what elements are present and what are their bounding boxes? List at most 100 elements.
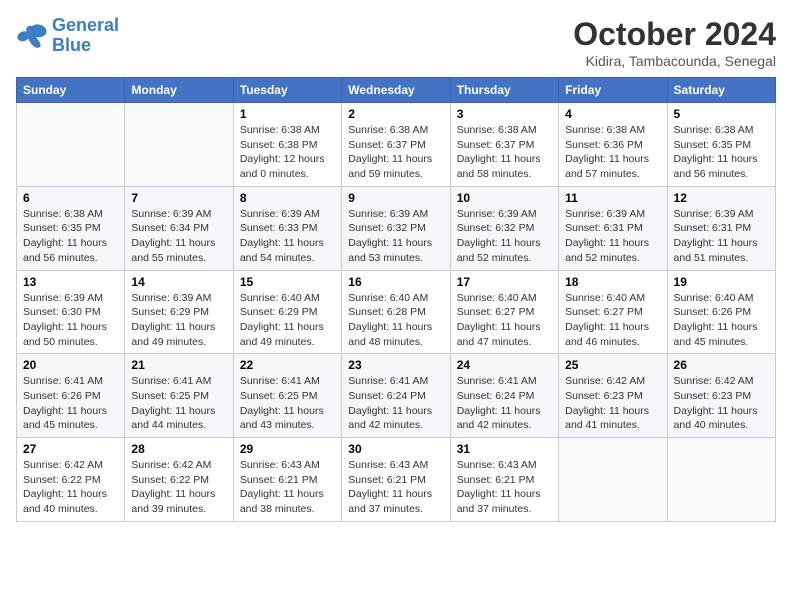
calendar-cell: 6Sunrise: 6:38 AM Sunset: 6:35 PM Daylig… [17, 186, 125, 270]
day-info: Sunrise: 6:43 AM Sunset: 6:21 PM Dayligh… [348, 458, 443, 517]
calendar-cell: 31Sunrise: 6:43 AM Sunset: 6:21 PM Dayli… [450, 438, 558, 522]
calendar-cell: 15Sunrise: 6:40 AM Sunset: 6:29 PM Dayli… [233, 270, 341, 354]
day-info: Sunrise: 6:39 AM Sunset: 6:31 PM Dayligh… [674, 207, 769, 266]
calendar-cell: 29 Sunrise: 6:43 AM Sunset: 6:21 PM Dayli… [233, 438, 341, 522]
month-title: October 2024 [573, 16, 776, 53]
day-number: 6 [23, 191, 118, 205]
day-info: Sunrise: 6:42 AM Sunset: 6:22 PM Dayligh… [23, 458, 118, 517]
calendar-header: SundayMondayTuesdayWednesdayThursdayFrid… [17, 78, 776, 103]
day-info: Sunrise: 6:39 AM Sunset: 6:33 PM Dayligh… [240, 207, 335, 266]
header-day-wednesday: Wednesday [342, 78, 450, 103]
day-info: Sunrise: 6:41 AM Sunset: 6:25 PM Dayligh… [240, 374, 335, 433]
day-number: 3 [457, 107, 552, 121]
logo-text: General Blue [52, 16, 119, 56]
calendar-cell: 8 Sunrise: 6:39 AM Sunset: 6:33 PM Daylig… [233, 186, 341, 270]
calendar-cell: 20Sunrise: 6:41 AM Sunset: 6:26 PM Dayli… [17, 354, 125, 438]
day-info: Sunrise: 6:39 AM Sunset: 6:29 PM Dayligh… [131, 291, 226, 350]
day-number: 1 [240, 107, 335, 121]
page-header: General Blue October 2024 Kidira, Tambac… [16, 16, 776, 69]
calendar-cell [17, 103, 125, 187]
calendar-cell [667, 438, 775, 522]
day-info: Sunrise: 6:38 AM Sunset: 6:37 PM Dayligh… [348, 123, 443, 182]
calendar-cell: 12 Sunrise: 6:39 AM Sunset: 6:31 PM Dayli… [667, 186, 775, 270]
logo-line2: Blue [52, 35, 91, 55]
header-day-monday: Monday [125, 78, 233, 103]
calendar-body: 1 Sunrise: 6:38 AM Sunset: 6:38 PM Daylig… [17, 103, 776, 522]
day-number: 28 [131, 442, 226, 456]
calendar-cell: 4 Sunrise: 6:38 AM Sunset: 6:36 PM Daylig… [559, 103, 667, 187]
day-number: 19 [674, 275, 769, 289]
day-number: 9 [348, 191, 443, 205]
day-info: Sunrise: 6:38 AM Sunset: 6:38 PM Dayligh… [240, 123, 335, 182]
day-info: Sunrise: 6:41 AM Sunset: 6:24 PM Dayligh… [457, 374, 552, 433]
day-info: Sunrise: 6:40 AM Sunset: 6:26 PM Dayligh… [674, 291, 769, 350]
day-info: Sunrise: 6:40 AM Sunset: 6:28 PM Dayligh… [348, 291, 443, 350]
calendar-cell: 22Sunrise: 6:41 AM Sunset: 6:25 PM Dayli… [233, 354, 341, 438]
calendar-cell: 19 Sunrise: 6:40 AM Sunset: 6:26 PM Dayli… [667, 270, 775, 354]
calendar-cell: 27 Sunrise: 6:42 AM Sunset: 6:22 PM Dayli… [17, 438, 125, 522]
day-number: 15 [240, 275, 335, 289]
day-number: 13 [23, 275, 118, 289]
calendar-cell: 17 Sunrise: 6:40 AM Sunset: 6:27 PM Dayli… [450, 270, 558, 354]
day-info: Sunrise: 6:39 AM Sunset: 6:30 PM Dayligh… [23, 291, 118, 350]
day-info: Sunrise: 6:42 AM Sunset: 6:22 PM Dayligh… [131, 458, 226, 517]
day-number: 29 [240, 442, 335, 456]
day-info: Sunrise: 6:41 AM Sunset: 6:26 PM Dayligh… [23, 374, 118, 433]
week-row-4: 20Sunrise: 6:41 AM Sunset: 6:26 PM Dayli… [17, 354, 776, 438]
day-number: 10 [457, 191, 552, 205]
calendar-cell: 3 Sunrise: 6:38 AM Sunset: 6:37 PM Daylig… [450, 103, 558, 187]
day-info: Sunrise: 6:42 AM Sunset: 6:23 PM Dayligh… [674, 374, 769, 433]
day-number: 8 [240, 191, 335, 205]
day-number: 23 [348, 358, 443, 372]
calendar-cell [559, 438, 667, 522]
day-number: 27 [23, 442, 118, 456]
day-info: Sunrise: 6:39 AM Sunset: 6:32 PM Dayligh… [457, 207, 552, 266]
day-number: 17 [457, 275, 552, 289]
calendar-table: SundayMondayTuesdayWednesdayThursdayFrid… [16, 77, 776, 522]
calendar-cell: 7Sunrise: 6:39 AM Sunset: 6:34 PM Daylig… [125, 186, 233, 270]
calendar-cell: 28 Sunrise: 6:42 AM Sunset: 6:22 PM Dayli… [125, 438, 233, 522]
header-day-thursday: Thursday [450, 78, 558, 103]
day-number: 31 [457, 442, 552, 456]
day-info: Sunrise: 6:39 AM Sunset: 6:34 PM Dayligh… [131, 207, 226, 266]
day-number: 4 [565, 107, 660, 121]
calendar-cell: 2 Sunrise: 6:38 AM Sunset: 6:37 PM Daylig… [342, 103, 450, 187]
day-number: 16 [348, 275, 443, 289]
day-info: Sunrise: 6:38 AM Sunset: 6:37 PM Dayligh… [457, 123, 552, 182]
week-row-3: 13 Sunrise: 6:39 AM Sunset: 6:30 PM Dayli… [17, 270, 776, 354]
calendar-cell: 14Sunrise: 6:39 AM Sunset: 6:29 PM Dayli… [125, 270, 233, 354]
week-row-1: 1 Sunrise: 6:38 AM Sunset: 6:38 PM Daylig… [17, 103, 776, 187]
day-info: Sunrise: 6:41 AM Sunset: 6:25 PM Dayligh… [131, 374, 226, 433]
header-row: SundayMondayTuesdayWednesdayThursdayFrid… [17, 78, 776, 103]
calendar-cell: 1 Sunrise: 6:38 AM Sunset: 6:38 PM Daylig… [233, 103, 341, 187]
day-number: 2 [348, 107, 443, 121]
day-number: 12 [674, 191, 769, 205]
header-day-friday: Friday [559, 78, 667, 103]
day-number: 26 [674, 358, 769, 372]
calendar-cell [125, 103, 233, 187]
day-number: 25 [565, 358, 660, 372]
day-number: 24 [457, 358, 552, 372]
day-info: Sunrise: 6:38 AM Sunset: 6:36 PM Dayligh… [565, 123, 660, 182]
day-info: Sunrise: 6:42 AM Sunset: 6:23 PM Dayligh… [565, 374, 660, 433]
calendar-cell: 24 Sunrise: 6:41 AM Sunset: 6:24 PM Dayli… [450, 354, 558, 438]
calendar-cell: 5 Sunrise: 6:38 AM Sunset: 6:35 PM Daylig… [667, 103, 775, 187]
day-info: Sunrise: 6:43 AM Sunset: 6:21 PM Dayligh… [240, 458, 335, 517]
day-info: Sunrise: 6:41 AM Sunset: 6:24 PM Dayligh… [348, 374, 443, 433]
calendar-cell: 23 Sunrise: 6:41 AM Sunset: 6:24 PM Dayli… [342, 354, 450, 438]
day-info: Sunrise: 6:38 AM Sunset: 6:35 PM Dayligh… [674, 123, 769, 182]
calendar-cell: 9 Sunrise: 6:39 AM Sunset: 6:32 PM Daylig… [342, 186, 450, 270]
day-info: Sunrise: 6:40 AM Sunset: 6:27 PM Dayligh… [457, 291, 552, 350]
week-row-2: 6Sunrise: 6:38 AM Sunset: 6:35 PM Daylig… [17, 186, 776, 270]
day-info: Sunrise: 6:39 AM Sunset: 6:32 PM Dayligh… [348, 207, 443, 266]
header-day-saturday: Saturday [667, 78, 775, 103]
day-number: 5 [674, 107, 769, 121]
calendar-cell: 11Sunrise: 6:39 AM Sunset: 6:31 PM Dayli… [559, 186, 667, 270]
week-row-5: 27 Sunrise: 6:42 AM Sunset: 6:22 PM Dayli… [17, 438, 776, 522]
calendar-cell: 18Sunrise: 6:40 AM Sunset: 6:27 PM Dayli… [559, 270, 667, 354]
calendar-cell: 16 Sunrise: 6:40 AM Sunset: 6:28 PM Dayli… [342, 270, 450, 354]
header-day-sunday: Sunday [17, 78, 125, 103]
calendar-cell: 21 Sunrise: 6:41 AM Sunset: 6:25 PM Dayli… [125, 354, 233, 438]
day-number: 21 [131, 358, 226, 372]
day-info: Sunrise: 6:40 AM Sunset: 6:27 PM Dayligh… [565, 291, 660, 350]
